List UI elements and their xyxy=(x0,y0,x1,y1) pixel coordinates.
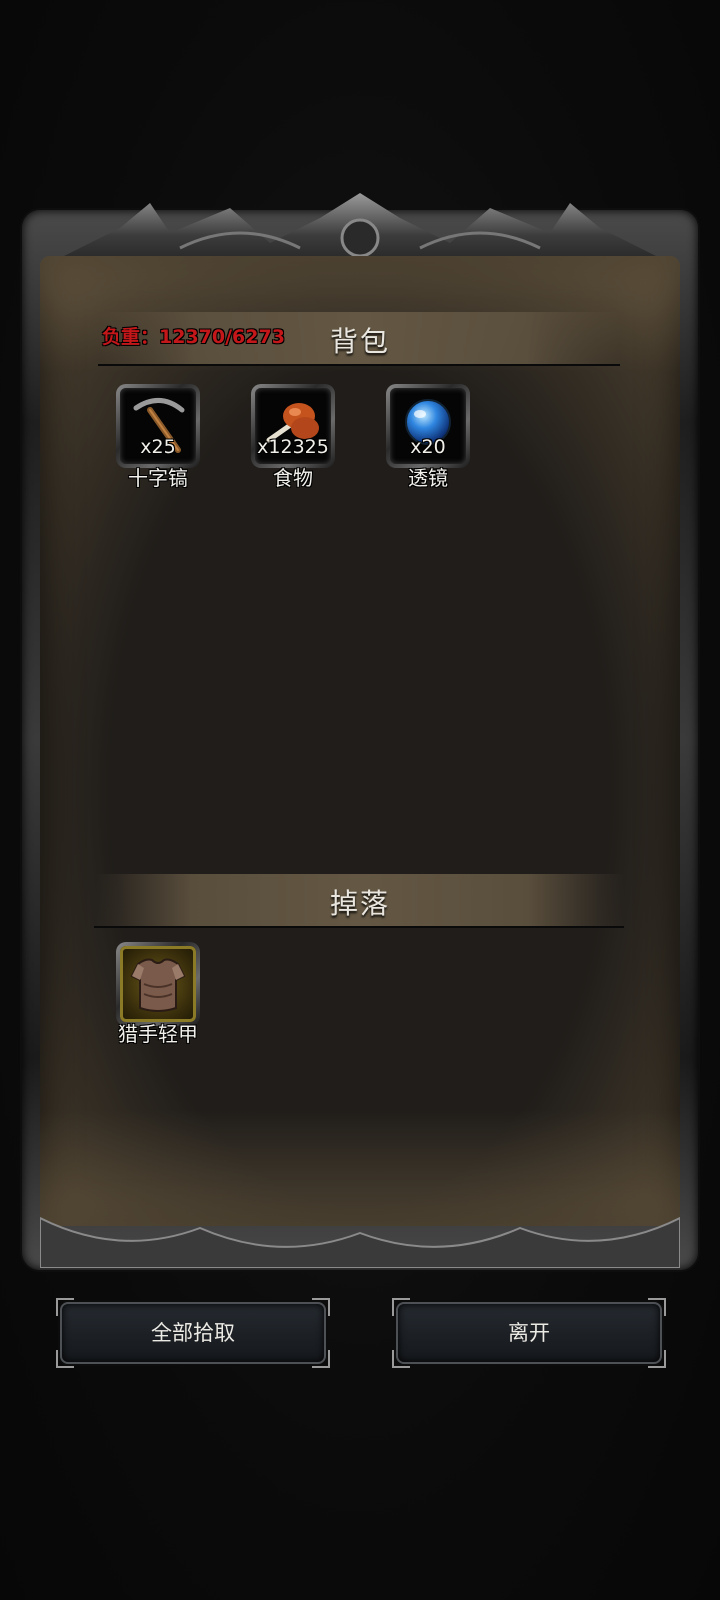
game-screen: 负重：12370/6273 背包 x25 十字镐 x12325 食物 x20 透… xyxy=(0,0,720,1600)
leave-button[interactable]: 离开 xyxy=(392,1298,666,1368)
backpack-header-divider xyxy=(98,364,620,366)
pickaxe-count: x25 xyxy=(140,436,176,458)
button-corner-ornament xyxy=(392,1298,410,1316)
drops-header-divider xyxy=(94,926,624,928)
button-corner-ornament xyxy=(392,1350,410,1368)
light-armor-name: 猎手轻甲 xyxy=(118,1022,198,1046)
leave-label: 离开 xyxy=(508,1321,550,1345)
button-corner-ornament xyxy=(56,1350,74,1368)
lens-name: 透镜 xyxy=(408,466,448,490)
pick-all-label: 全部拾取 xyxy=(151,1321,235,1345)
button-corner-ornament xyxy=(312,1350,330,1368)
light-armor-icon xyxy=(130,958,186,1012)
button-corner-ornament xyxy=(648,1350,666,1368)
button-corner-ornament xyxy=(56,1298,74,1316)
button-corner-ornament xyxy=(648,1298,666,1316)
pick-all-button[interactable]: 全部拾取 xyxy=(56,1298,330,1368)
frame-bottom-ornament xyxy=(40,1216,680,1268)
drops-title: 掉落 xyxy=(329,887,390,920)
lens-count: x20 xyxy=(410,436,446,458)
drop-slot-light-armor[interactable] xyxy=(116,942,200,1026)
backpack-title: 背包 xyxy=(329,325,390,358)
food-count: x12325 xyxy=(257,436,329,458)
button-corner-ornament xyxy=(312,1298,330,1316)
